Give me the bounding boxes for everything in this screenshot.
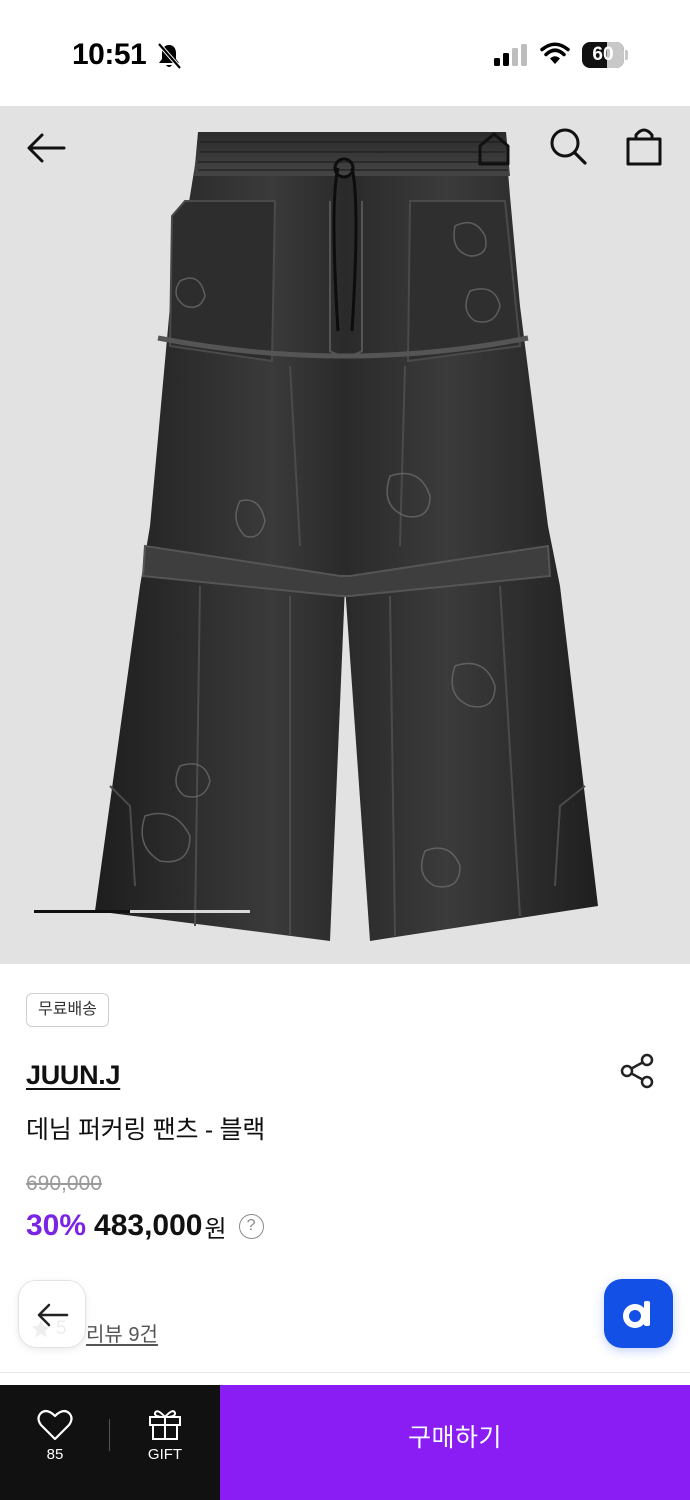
floating-back-button[interactable] [18,1280,86,1348]
free-shipping-badge: 무료배송 [26,993,109,1027]
buy-button[interactable]: 구매하기 [220,1385,690,1500]
back-arrow-icon[interactable] [24,126,68,170]
bottom-left-actions: 85 GIFT [0,1385,220,1500]
carousel-progress-fill [34,910,130,913]
status-time: 10:51 [72,38,147,71]
price-help-icon[interactable]: ? [238,1213,264,1239]
wifi-icon [540,42,570,64]
divider [0,1372,690,1373]
shopping-bag-icon[interactable] [622,124,666,168]
brand-link[interactable]: JUUN.J [26,1060,121,1091]
like-count: 85 [46,1446,64,1463]
product-image-carousel[interactable] [0,106,690,964]
currency-unit: 원 [204,1215,227,1243]
bottom-action-bar: 85 GIFT 구매하기 [0,1385,690,1500]
search-icon[interactable] [546,124,590,168]
product-image-pants [95,132,598,941]
discount-rate: 30% [26,1209,87,1242]
battery-level: 60 [592,44,614,65]
review-link[interactable]: 리뷰 9건 [86,1318,158,1347]
gift-label: GIFT [147,1446,183,1463]
cellular-signal-icon [494,44,527,66]
sale-price: 483,000 [94,1209,203,1242]
arrow-left-icon [37,1303,69,1327]
home-icon[interactable] [472,126,516,170]
gift-button[interactable]: GIFT [110,1385,220,1500]
product-name: 데님 퍼커링 팬츠 - 블랙 [26,1116,265,1144]
bell-off-icon [157,42,182,70]
gift-icon [149,1410,181,1440]
heart-icon [37,1409,73,1441]
price-row: 30% 483,000 원 ? [26,1206,264,1246]
d-logo-icon [623,1301,650,1328]
buy-label: 구매하기 [407,1424,502,1452]
share-icon[interactable] [618,1052,656,1090]
app-shortcut-button[interactable] [604,1279,673,1348]
battery-icon: 60 [582,42,628,68]
like-button[interactable]: 85 [0,1385,110,1500]
status-bar: 10:51 60 [0,0,690,106]
original-price: 690,000 [26,1172,102,1195]
